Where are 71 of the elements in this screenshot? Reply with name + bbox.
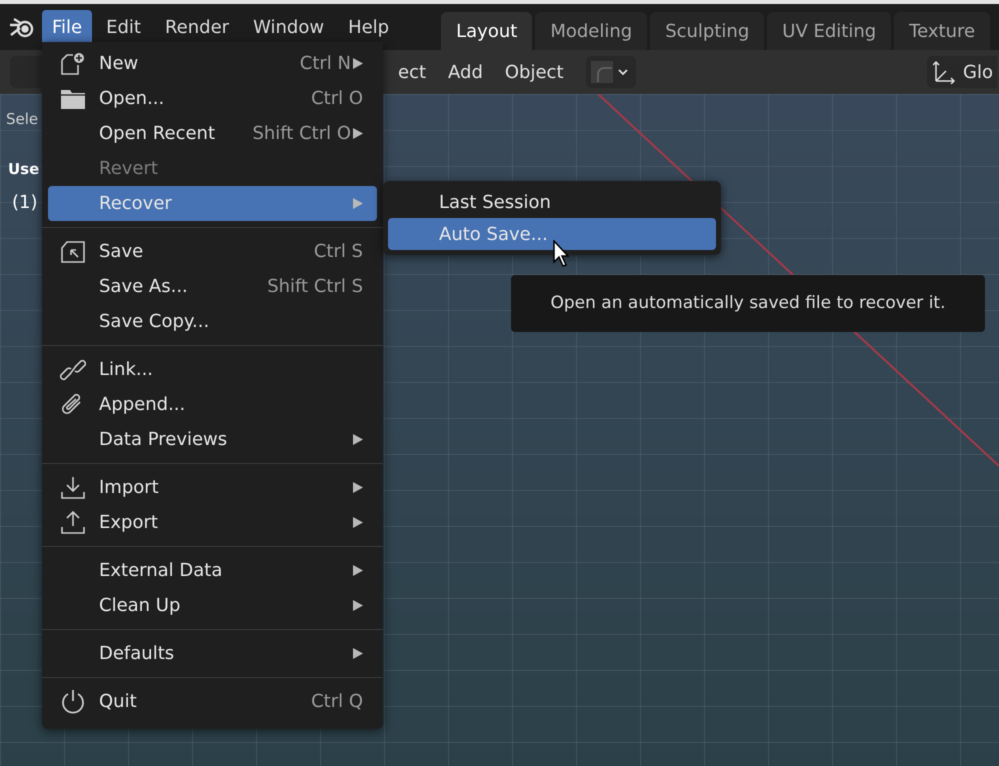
menu-entry-label: Data Previews: [99, 428, 228, 452]
menu-entry[interactable]: Import: [48, 470, 377, 505]
menu-entry[interactable]: Data Previews: [48, 422, 377, 457]
menu-entry[interactable]: External Data: [48, 553, 377, 588]
menu-entry[interactable]: Open Recent Shift Ctrl O: [48, 116, 377, 151]
workspace-tab[interactable]: Sculpting: [650, 12, 764, 50]
menu-entry[interactable]: Defaults: [48, 636, 377, 671]
link-icon: [60, 358, 86, 382]
shortcut-label: Shift Ctrl S: [267, 275, 363, 299]
menu-entry[interactable]: Export: [48, 505, 377, 540]
menu-entry[interactable]: Link...: [48, 352, 377, 387]
menu-entry-label: Save Copy...: [99, 310, 210, 334]
menu-entry-label: Last Session: [439, 190, 551, 214]
menu-entry-label: New: [99, 52, 138, 76]
menu-entry[interactable]: New Ctrl N: [48, 46, 377, 81]
menu-entry-label: Defaults: [99, 642, 174, 666]
menu-item[interactable]: Render: [154, 10, 240, 44]
menu-entry[interactable]: Append...: [48, 387, 377, 422]
menu-item[interactable]: File: [42, 10, 92, 44]
shading-dropdown[interactable]: [586, 56, 636, 88]
workspace-tab[interactable]: UV Editing: [767, 12, 892, 50]
app-logo-icon[interactable]: [8, 15, 36, 39]
menu-entry-label: Revert: [99, 157, 158, 181]
menu-entry[interactable]: Quit Ctrl Q: [48, 684, 377, 719]
workspace-tab[interactable]: Layout: [441, 12, 532, 50]
axes-icon: [933, 60, 955, 84]
menu-entry-label: Open Recent: [99, 122, 216, 146]
menu-entry-label: Quit: [99, 690, 137, 714]
mouse-cursor-icon: [553, 240, 569, 268]
power-icon: [60, 688, 86, 714]
shortcut-label: Shift Ctrl O: [252, 122, 351, 146]
menu-entry[interactable]: Recover: [48, 186, 377, 221]
menu-entry[interactable]: Auto Save...: [388, 218, 716, 250]
menu-entry[interactable]: Clean Up: [48, 588, 377, 623]
menu-entry-label: Clean Up: [99, 594, 180, 618]
menu-entry-label: Recover: [99, 192, 172, 216]
menu-item[interactable]: Edit: [96, 10, 151, 44]
workspace-tab[interactable]: Texture: [894, 12, 990, 50]
menu-entry[interactable]: Save As... Shift Ctrl S: [48, 269, 377, 304]
tooltip-text: Open an automatically saved file to recover it.: [550, 292, 946, 315]
menu-item[interactable]: Add: [448, 58, 483, 86]
workspace-tab[interactable]: Modeling: [535, 12, 648, 50]
menu-item[interactable]: Object: [504, 58, 564, 86]
menu-entry[interactable]: Last Session: [388, 186, 716, 218]
collection-label: (1): [12, 191, 38, 215]
menu-entry-label: Link...: [99, 358, 154, 382]
save-icon: [60, 240, 86, 264]
menu-entry-label: External Data: [99, 559, 222, 583]
import-icon: [60, 476, 86, 500]
export-icon: [60, 510, 86, 534]
tool-label: Sele: [6, 109, 38, 130]
menu-entry-label: Auto Save...: [439, 222, 548, 246]
curve-icon: [590, 60, 614, 84]
menu-item[interactable]: ect: [398, 58, 426, 86]
folder-icon: [60, 88, 86, 110]
menu-entry[interactable]: Save Copy...: [48, 304, 377, 339]
shortcut-label: Ctrl N: [300, 52, 351, 76]
shortcut-label: Ctrl Q: [311, 690, 363, 714]
menu-entry[interactable]: Save Ctrl S: [48, 234, 377, 269]
new-file-icon: [60, 52, 86, 76]
menu-entry-label: Save: [99, 240, 144, 264]
menu-item[interactable]: Window: [243, 10, 334, 44]
menu-item[interactable]: Help: [338, 10, 400, 44]
shortcut-label: Ctrl S: [314, 240, 363, 264]
orientation-dropdown[interactable]: Glo: [927, 56, 997, 88]
chevron-down-icon: [618, 68, 628, 76]
menu-entry-label: Export: [99, 511, 158, 535]
menu-entry-label: Append...: [99, 393, 186, 417]
menu-entry-label: Save As...: [99, 275, 188, 299]
menu-entry-label: Import: [99, 476, 159, 500]
view-label: Use: [8, 159, 40, 180]
